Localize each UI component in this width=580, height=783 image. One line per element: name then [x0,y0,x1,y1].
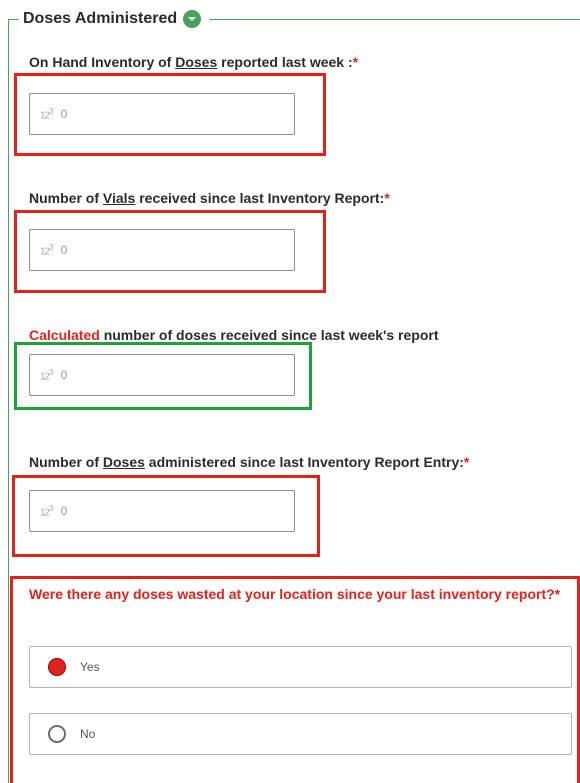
group-title: Doses Administered [23,10,178,27]
number-icon-sup: 3 [49,367,54,377]
required-mark: * [463,454,470,470]
vials-received-input[interactable]: 123 0 [29,229,295,271]
on-hand-doses-input[interactable]: 123 0 [29,93,295,135]
group-border-left [8,19,9,783]
question-calculated-label: Calculated number of doses received sinc… [29,327,439,343]
number-icon-sup: 3 [49,106,54,116]
calculated-red-text: Calculated [29,327,100,343]
radio-label-no: No [80,727,96,741]
label-underlined-text: Doses [102,454,145,470]
radio-unselected-icon[interactable] [48,725,66,743]
label-text: reported last week : [217,54,353,70]
number-123-icon: 123 [40,242,54,258]
label-underlined-text: Vials [102,190,136,206]
radio-option-yes[interactable]: Yes [29,646,572,688]
radio-label-yes: Yes [80,660,100,674]
required-mark: * [384,190,390,206]
label-text: number of doses received since last week… [99,327,439,343]
calculated-doses-value: 0 [60,368,68,382]
doses-administered-input[interactable]: 123 0 [29,490,295,532]
chevron-down-icon[interactable] [183,10,202,28]
label-text: Number of [29,454,103,470]
number-123-icon: 123 [40,106,54,122]
label-text: received since last Inventory Report: [135,190,385,206]
calculated-doses-input[interactable]: 123 0 [29,354,295,396]
question-wasted-label: Were there any doses wasted at your loca… [29,586,561,602]
number-123-icon: 123 [40,367,54,383]
label-text: Number of [29,190,103,206]
radio-selected-icon[interactable] [48,658,66,676]
number-icon-text: 12 [40,110,50,122]
number-icon-text: 12 [40,246,50,258]
on-hand-doses-value: 0 [60,107,68,121]
question-administered-label: Number of Doses administered since last … [29,454,469,470]
label-underlined-text: Doses [175,54,218,70]
number-icon-text: 12 [40,371,50,383]
number-icon-text: 12 [40,507,50,519]
question-on-hand-label: On Hand Inventory of Doses reported last… [29,54,358,70]
vials-received-value: 0 [60,243,68,257]
radio-option-no[interactable]: No [29,713,572,755]
label-text: administered since last Inventory Report… [144,454,464,470]
number-123-icon: 123 [40,503,54,519]
number-icon-sup: 3 [49,242,54,252]
required-mark: * [352,54,359,70]
doses-administered-value: 0 [60,504,68,518]
label-text: On Hand Inventory of [29,54,176,70]
number-icon-sup: 3 [49,503,54,513]
question-vials-label: Number of Vials received since last Inve… [29,190,390,206]
group-header: Doses Administered [19,8,210,30]
